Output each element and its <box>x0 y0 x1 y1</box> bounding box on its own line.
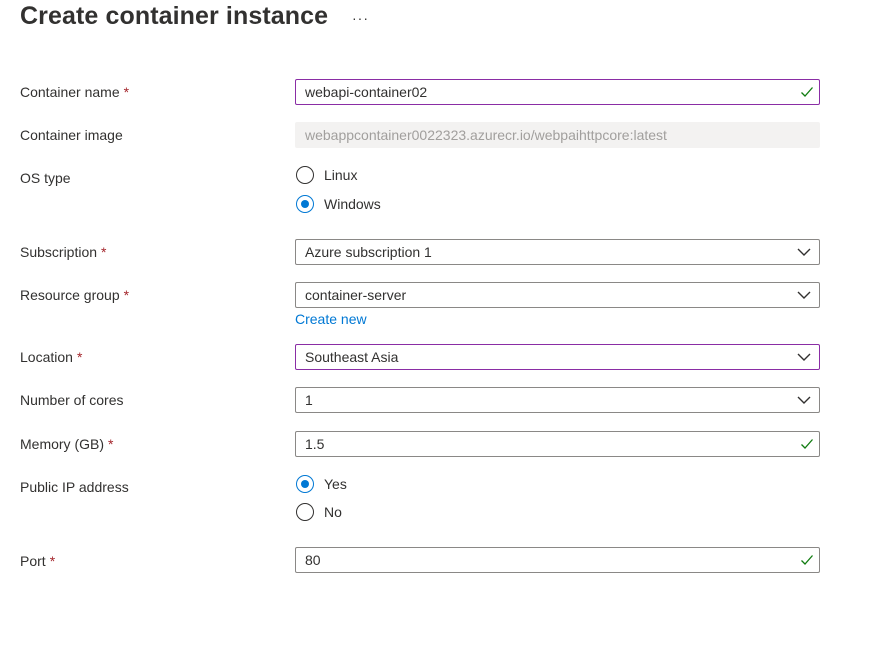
radio-circle <box>296 166 314 184</box>
port-input[interactable]: 80 <box>295 547 820 573</box>
chevron-down-icon <box>797 396 811 404</box>
memory-input[interactable]: 1.5 <box>295 431 820 457</box>
required-mark: * <box>123 84 130 100</box>
cores-value: 1 <box>305 392 313 408</box>
subscription-dropdown[interactable]: Azure subscription 1 <box>295 239 820 265</box>
subscription-label: Subscription * <box>20 244 107 260</box>
location-dropdown[interactable]: Southeast Asia <box>295 344 820 370</box>
radio-circle-checked <box>296 195 314 213</box>
chevron-down-icon <box>797 353 811 361</box>
required-mark: * <box>101 244 107 260</box>
create-new-link[interactable]: Create new <box>295 311 367 327</box>
radio-label: Windows <box>324 196 381 212</box>
radio-circle-checked <box>296 475 314 493</box>
resource-group-dropdown[interactable]: container-server <box>295 282 820 308</box>
required-mark: * <box>108 436 114 452</box>
chevron-down-icon <box>797 248 811 256</box>
checkmark-icon <box>801 555 813 565</box>
location-value: Southeast Asia <box>305 349 399 365</box>
port-label: Port * <box>20 553 56 569</box>
more-options-icon[interactable]: ··· <box>352 10 369 26</box>
required-mark: * <box>76 349 83 365</box>
cores-label: Number of cores <box>20 392 124 408</box>
required-mark: * <box>123 287 130 303</box>
port-value: 80 <box>305 552 321 568</box>
resource-group-label: Resource group * <box>20 287 130 303</box>
location-label: Location * <box>20 349 83 365</box>
container-image-label: Container image <box>20 127 123 143</box>
checkmark-icon <box>801 87 813 97</box>
resource-group-value: container-server <box>305 287 407 303</box>
os-type-label: OS type <box>20 170 71 186</box>
container-name-label: Container name * <box>20 84 130 100</box>
cores-dropdown[interactable]: 1 <box>295 387 820 413</box>
memory-value: 1.5 <box>305 436 325 452</box>
page-title: Create container instance <box>20 2 329 30</box>
radio-label: Yes <box>324 476 347 492</box>
container-image-value: webappcontainer0022323.azurecr.io/webpai… <box>305 127 667 143</box>
os-type-radio-windows[interactable]: Windows <box>296 194 381 214</box>
public-ip-label: Public IP address <box>20 479 129 495</box>
radio-label: Linux <box>324 167 358 183</box>
required-mark: * <box>49 553 56 569</box>
chevron-down-icon <box>797 291 811 299</box>
container-name-value: webapi-container02 <box>305 84 428 100</box>
public-ip-radio-no[interactable]: No <box>296 502 342 522</box>
memory-label: Memory (GB) * <box>20 436 114 452</box>
radio-label: No <box>324 504 342 520</box>
radio-circle <box>296 503 314 521</box>
os-type-radio-linux[interactable]: Linux <box>296 165 357 185</box>
checkmark-icon <box>801 439 813 449</box>
public-ip-radio-yes[interactable]: Yes <box>296 474 347 494</box>
subscription-value: Azure subscription 1 <box>305 244 432 260</box>
container-image-input: webappcontainer0022323.azurecr.io/webpai… <box>295 122 820 148</box>
container-name-input[interactable]: webapi-container02 <box>295 79 820 105</box>
